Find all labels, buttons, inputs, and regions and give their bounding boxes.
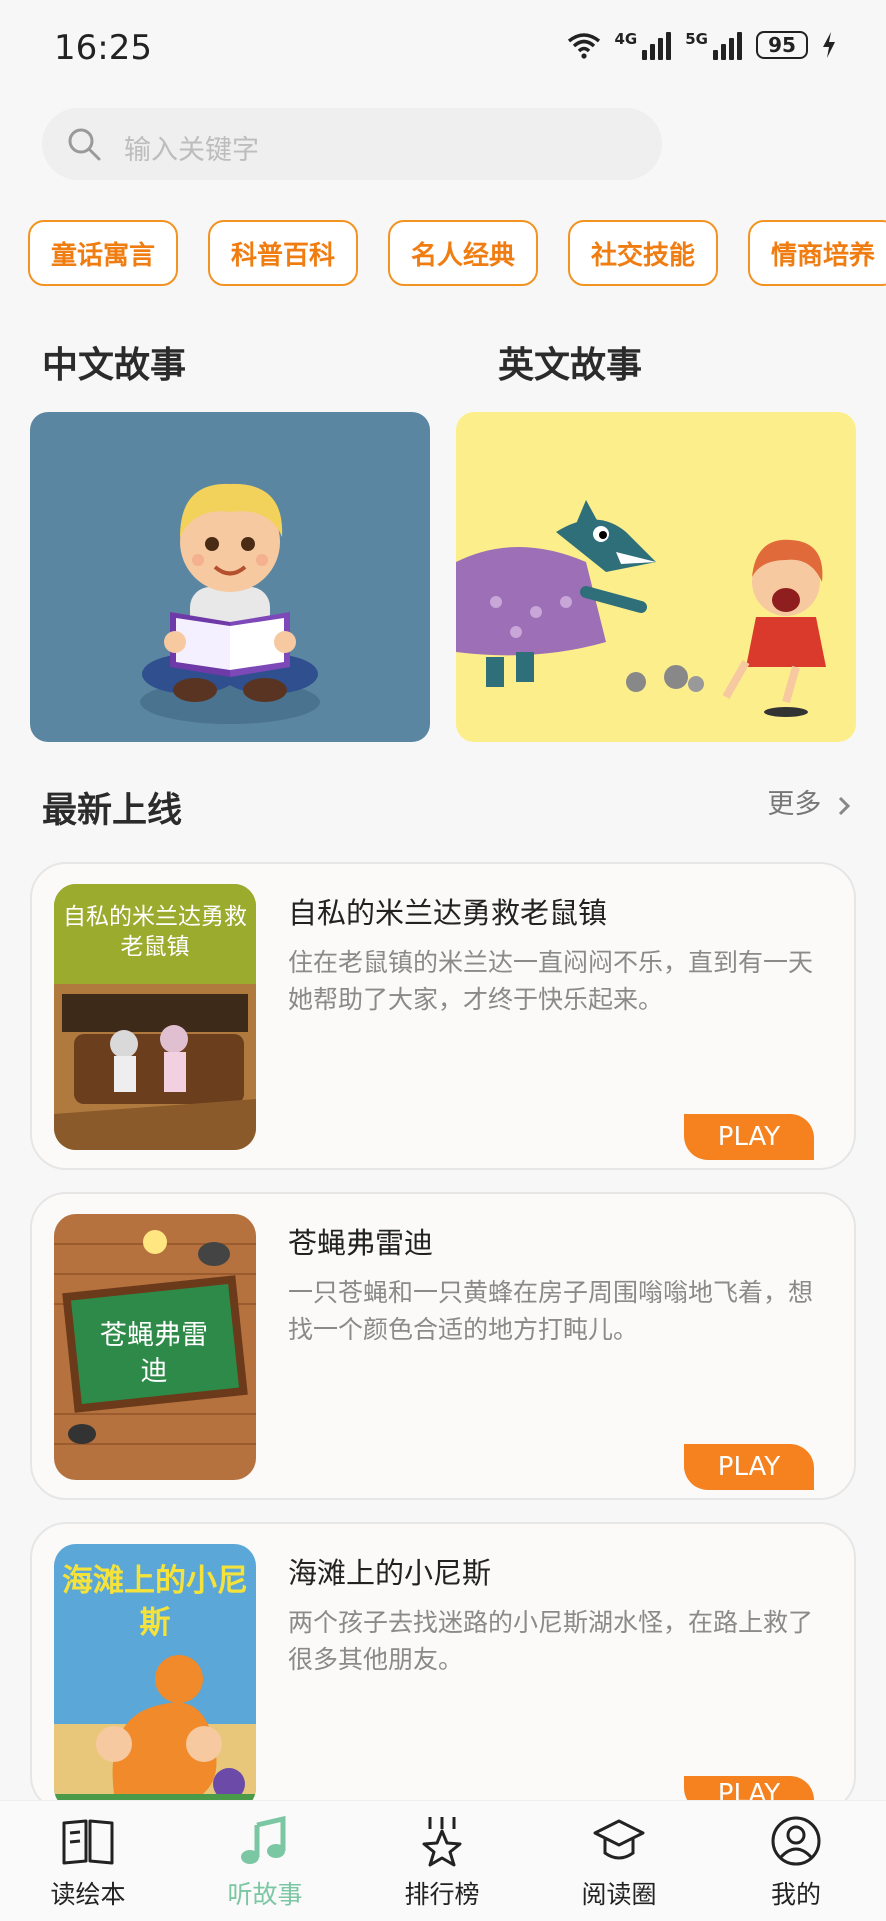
category-chip[interactable]: 情商培养: [748, 220, 886, 286]
charging-icon: [823, 32, 835, 58]
tab-label: 我的: [770, 1880, 821, 1909]
wifi-icon: [567, 33, 600, 59]
latest-section-title: 最新上线: [42, 791, 183, 831]
search-icon: [68, 128, 101, 161]
chevron-right-icon: [838, 796, 851, 815]
battery-icon: 95: [756, 31, 808, 59]
story-title: 海滩上的小尼斯: [288, 1556, 492, 1590]
search-input[interactable]: 输入关键字: [124, 128, 259, 167]
signal-5g-icon: 5G: [685, 30, 742, 60]
story-cover-title: 海滩上的小尼斯: [62, 1563, 248, 1641]
story-cover: 苍蝇弗雷迪: [54, 1214, 256, 1480]
more-link[interactable]: 更多: [767, 782, 852, 821]
graduation-cap-icon: [593, 1819, 645, 1860]
boy-reading-illustration: [140, 483, 320, 724]
search-bar[interactable]: 输入关键字: [42, 108, 662, 180]
category-chip[interactable]: 科普百科: [208, 220, 358, 286]
story-title: 苍蝇弗雷迪: [288, 1226, 434, 1260]
tab-label: 听故事: [227, 1880, 303, 1909]
story-cover-title: 苍蝇弗雷迪: [100, 1320, 208, 1387]
story-card[interactable]: 海滩上的小尼斯 海滩上的小尼斯 两个孩子去找迷路的小尼斯湖水怪，在路上救了很多其…: [30, 1522, 856, 1812]
tab-label: 读绘本: [50, 1880, 126, 1909]
story-cover: 自私的米兰达勇救老鼠镇: [54, 884, 256, 1150]
tab-label: 排行榜: [404, 1880, 480, 1909]
category-list: 童话寓言 科普百科 名人经典 社交技能 情商培养: [28, 220, 886, 290]
wolf-and-girl-illustration: [456, 500, 826, 717]
tab-read-picture-books[interactable]: 读绘本: [28, 1815, 148, 1911]
tab-leaderboard[interactable]: 排行榜: [382, 1815, 502, 1911]
play-button[interactable]: PLAY: [684, 1114, 814, 1160]
chinese-stories-banner[interactable]: [30, 412, 430, 742]
english-stories-banner[interactable]: [456, 412, 856, 742]
signal-4g-icon: 4G: [615, 30, 672, 60]
english-stories-title[interactable]: 英文故事: [498, 336, 642, 388]
chinese-stories-title[interactable]: 中文故事: [42, 336, 186, 388]
tab-label: 阅读圈: [581, 1880, 657, 1909]
story-description: 住在老鼠镇的米兰达一直闷闷不乐，直到有一天她帮助了大家，才终于快乐起来。: [288, 948, 814, 1014]
story-card[interactable]: 自私的米兰达勇救老鼠镇 自私的米兰达勇救老鼠镇 住在老鼠镇的米兰达一直闷闷不乐，…: [30, 862, 856, 1170]
status-time: 16:25: [54, 28, 152, 68]
bottom-tab-bar: 读绘本 听故事 排行榜 阅读圈 我的: [0, 1800, 886, 1921]
more-label: 更多: [767, 789, 822, 820]
category-chip[interactable]: 名人经典: [388, 220, 538, 286]
open-book-icon: [62, 1819, 114, 1865]
tab-listen-stories[interactable]: 听故事: [205, 1815, 325, 1911]
story-description: 两个孩子去找迷路的小尼斯湖水怪，在路上救了很多其他朋友。: [288, 1608, 814, 1674]
category-chip[interactable]: 童话寓言: [28, 220, 178, 286]
story-card[interactable]: 苍蝇弗雷迪 苍蝇弗雷迪 一只苍蝇和一只黄蜂在房子周围嗡嗡地飞着，想找一个颜色合适…: [30, 1192, 856, 1500]
tab-me[interactable]: 我的: [736, 1815, 856, 1911]
play-button[interactable]: PLAY: [684, 1444, 814, 1490]
story-cover: 海滩上的小尼斯: [54, 1544, 256, 1810]
story-title: 自私的米兰达勇救老鼠镇: [288, 896, 608, 930]
trophy-star-icon: [422, 1817, 462, 1867]
category-chip[interactable]: 社交技能: [568, 220, 718, 286]
music-note-icon: [241, 1815, 286, 1864]
tab-reading-circle[interactable]: 阅读圈: [559, 1815, 679, 1911]
system-icons: 4G 5G 95: [567, 30, 837, 60]
status-bar: 16:25 4G 5G 95: [0, 0, 886, 100]
story-cover-title: 自私的米兰达勇救老鼠镇: [63, 904, 247, 960]
story-description: 一只苍蝇和一只黄蜂在房子周围嗡嗡地飞着，想找一个颜色合适的地方打盹儿。: [288, 1278, 814, 1344]
user-profile-icon: [771, 1816, 821, 1866]
